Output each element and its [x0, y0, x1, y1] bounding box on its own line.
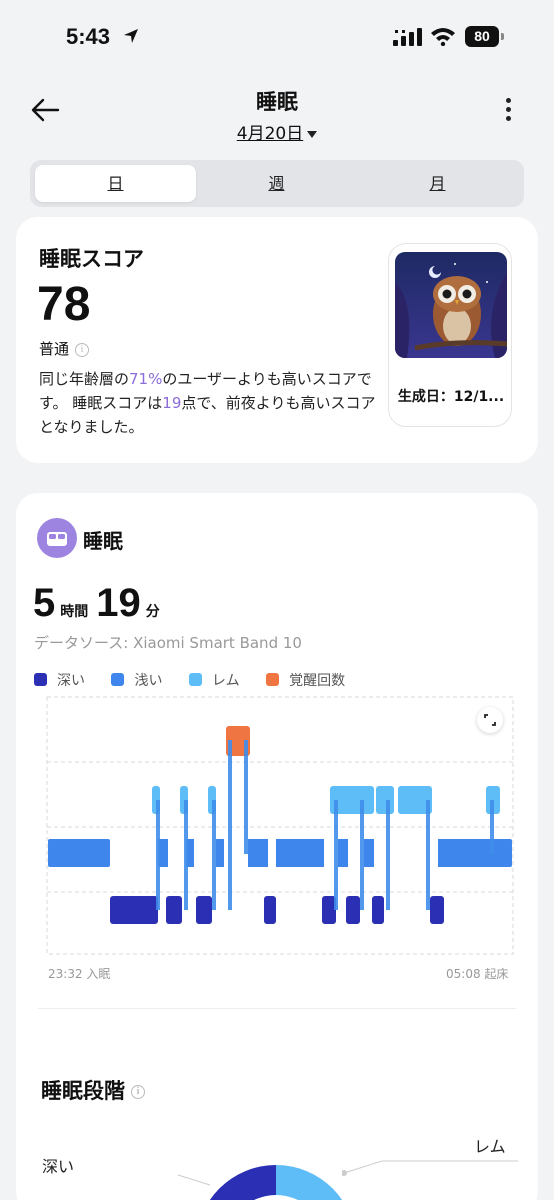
- duration-minutes: 19: [96, 581, 141, 625]
- info-icon[interactable]: i: [75, 342, 90, 357]
- sleep-start-time: 23:32 入眠: [48, 967, 111, 981]
- stage-light: [48, 839, 110, 867]
- expand-chart-button[interactable]: [477, 707, 503, 733]
- sleep-stage-chart: [46, 696, 514, 955]
- sleep-stages-title: 睡眠段階 i: [41, 1075, 145, 1105]
- stage-deep: [346, 896, 360, 924]
- transition-bar: [228, 740, 232, 910]
- page-title: 睡眠: [256, 90, 298, 114]
- hours-unit: 時間: [60, 603, 89, 619]
- transition-bar: [244, 740, 248, 854]
- legend-swatch-rem: [188, 673, 202, 686]
- transition-bar: [360, 800, 364, 910]
- sleep-detail-card: 睡眠 5 時間 19 分 データソース: Xiaomi Smart Band 10 深…: [16, 493, 538, 1200]
- transition-bar: [334, 800, 338, 910]
- tab-month[interactable]: 月: [357, 165, 518, 202]
- rem-leader: [342, 1160, 518, 1176]
- date-label: 4月20日: [236, 124, 304, 144]
- percentile-value: 71%: [129, 370, 163, 388]
- transition-bar: [212, 800, 216, 910]
- sleep-title: 睡眠: [83, 529, 123, 553]
- sleep-image-card[interactable]: 生成日：12/1...: [388, 243, 512, 427]
- score-level-label: 普通: [39, 340, 70, 358]
- stage-deep: [372, 896, 384, 924]
- stage-deep: [430, 896, 444, 924]
- cellular-signal-icon: [393, 28, 422, 46]
- legend-item: 深い: [34, 670, 85, 690]
- battery-indicator: 80: [465, 26, 505, 48]
- transition-bar: [490, 800, 494, 854]
- transition-bar: [156, 800, 160, 910]
- info-icon[interactable]: i: [131, 1085, 145, 1099]
- stage-light: [216, 839, 224, 867]
- divider: [38, 1008, 516, 1009]
- wifi-icon: [431, 28, 455, 46]
- wake-time: 05:08 起床: [446, 967, 509, 981]
- stage-light: [364, 839, 374, 867]
- legend-item: 浅い: [111, 670, 162, 690]
- caret-down-icon: [307, 130, 318, 138]
- chart-legend: 深い 浅い レム 覚醒回数: [34, 670, 367, 690]
- period-tabs: 日 週 月: [30, 160, 524, 207]
- score-value: 78: [37, 278, 91, 331]
- stage-deep: [196, 896, 212, 924]
- transition-bar: [184, 800, 188, 910]
- stage-light: [446, 839, 512, 867]
- stage-rem: [376, 786, 394, 814]
- legend-swatch-deep: [34, 673, 47, 686]
- owl-illustration: [395, 252, 507, 358]
- tab-day[interactable]: 日: [35, 165, 196, 202]
- bed-icon: [37, 518, 77, 558]
- more-options-icon[interactable]: [503, 98, 513, 124]
- stage-deep: [166, 896, 182, 924]
- legend-swatch-light: [111, 673, 125, 686]
- stage-deep: [322, 896, 336, 924]
- legend-item: レム: [188, 670, 240, 690]
- sleep-score-card[interactable]: 睡眠スコア 78 普通 i 同じ年齢層の71%のユーザーよりも高いスコアです。 睡…: [16, 217, 538, 463]
- stage-light: [276, 839, 324, 867]
- sleep-duration: 5 時間 19 分: [33, 581, 168, 626]
- date-picker[interactable]: 4月20日: [0, 119, 554, 144]
- location-arrow-icon: [124, 29, 138, 43]
- leader-line: [177, 1174, 211, 1186]
- stage-deep: [110, 896, 158, 924]
- expand-icon: [484, 714, 496, 726]
- stage-light: [248, 839, 268, 867]
- score-delta: 19: [162, 394, 182, 412]
- clock: 5:43: [66, 24, 111, 49]
- legend-swatch-awake: [266, 673, 280, 686]
- image-generated-date: 生成日：12/1...: [397, 389, 505, 405]
- battery-nub: [501, 33, 504, 40]
- donut-deep: [209, 1165, 276, 1200]
- label-deep: 深い: [42, 1157, 75, 1176]
- score-description: 同じ年齢層の71%のユーザーよりも高いスコアです。 睡眠スコアは19点で、前夜よ…: [39, 370, 376, 436]
- transition-bar: [386, 800, 390, 910]
- score-title: 睡眠スコア: [39, 247, 144, 271]
- duration-hours: 5: [33, 581, 56, 625]
- status-bar: 5:43 80: [0, 0, 554, 72]
- minutes-unit: 分: [145, 603, 160, 619]
- stage-light: [338, 839, 348, 867]
- battery-level: 80: [465, 26, 499, 47]
- stage-deep: [264, 896, 276, 924]
- transition-bar: [426, 800, 430, 910]
- score-level: 普通 i: [39, 338, 90, 359]
- legend-item: 覚醒回数: [266, 670, 345, 690]
- data-source: データソース: Xiaomi Smart Band 10: [34, 634, 302, 652]
- tab-week[interactable]: 週: [196, 165, 357, 202]
